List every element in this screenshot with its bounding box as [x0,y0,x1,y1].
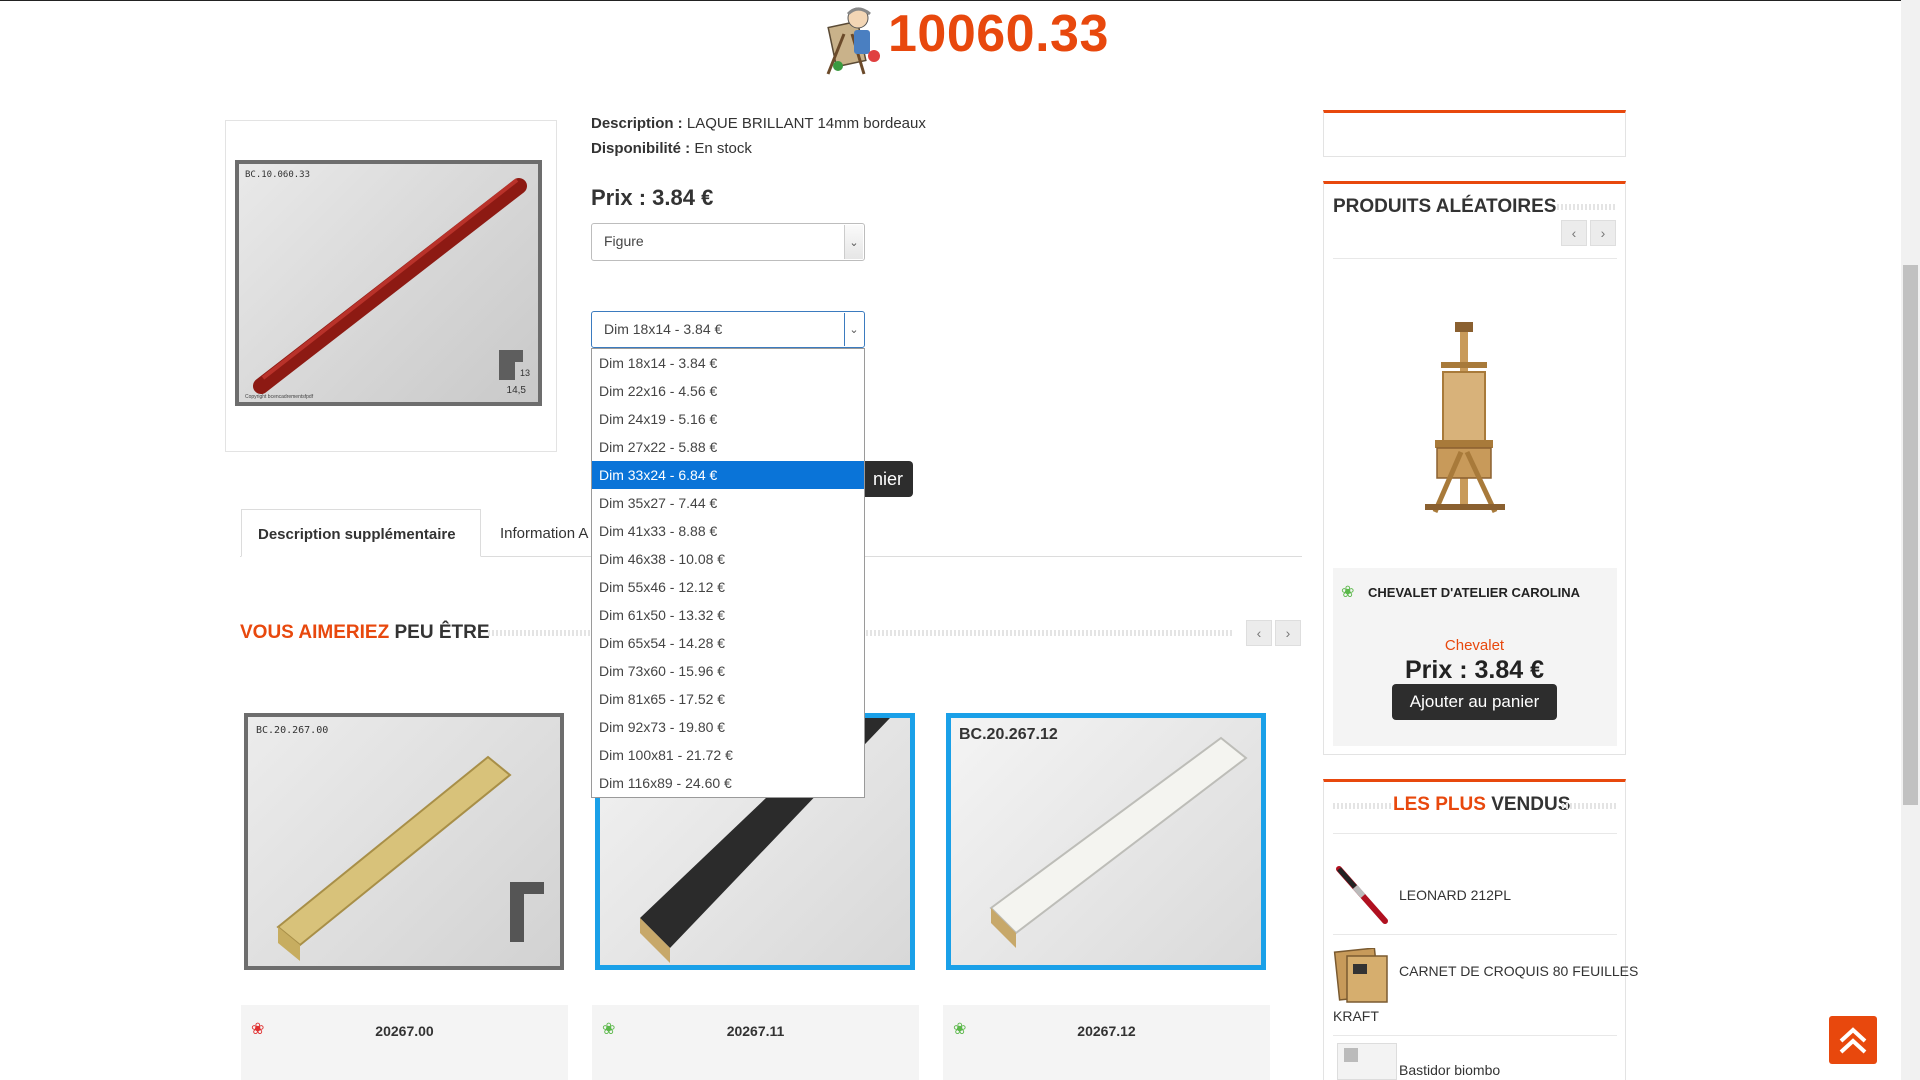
easel-product-image[interactable] [1405,322,1525,522]
figure-select-value: Figure [604,233,644,249]
brush-product-image[interactable] [1333,865,1393,925]
dimension-option[interactable]: Dim 35x27 - 7.44 € [592,489,864,517]
related-item-image[interactable]: BC.20.267.12 [946,713,1266,970]
title-dots-decoration [1562,803,1617,809]
leaf-icon: ❀ [1341,584,1355,601]
related-prev-button[interactable]: ‹ [1246,620,1272,646]
dimension-option[interactable]: Dim 55x46 - 12.12 € [592,573,864,601]
related-title-accent: VOUS AIMERIEZ [240,622,390,643]
tab-description-supplementaire[interactable]: Description supplémentaire [241,509,481,557]
best-title-rest: VENDUS [1491,794,1571,815]
related-item-image[interactable]: BC.20.267.00 [244,713,564,970]
site-logo[interactable] [818,4,886,78]
related-section-title: VOUS AIMERIEZ PEU ÊTRE [240,622,490,644]
dimension-option[interactable]: Dim 81x65 - 17.52 € [592,685,864,713]
photo-copyright: Copyright bcencadrementsfpdf [245,394,314,400]
related-item-card[interactable]: ❀ 20267.00 [241,1005,568,1080]
dimension-option[interactable]: Dim 61x50 - 13.32 € [592,601,864,629]
chevron-left-icon: ‹ [1571,225,1577,241]
related-item-name: 20267.00 [375,1023,434,1039]
title-dots-decoration [488,630,590,636]
related-item-name: 20267.11 [726,1023,785,1039]
back-to-top-button[interactable] [1829,1016,1877,1064]
random-prev-button[interactable]: ‹ [1561,220,1587,246]
dimension-option[interactable]: Dim 27x22 - 5.88 € [592,433,864,461]
dimension-option[interactable]: Dim 24x19 - 5.16 € [592,405,864,433]
best-seller-name[interactable]: Bastidor biombo [1399,1062,1500,1078]
add-to-cart-button[interactable]: Ajouter au panier [1392,684,1557,720]
random-next-button[interactable]: › [1590,220,1616,246]
sidebar-divider [1333,1035,1617,1036]
product-price: Prix : 3.84 € [591,185,714,210]
scrollbar-thumb[interactable] [1903,265,1918,805]
product-photo[interactable]: BC.10.060.33 13 14,5 Copyright bcencadre… [235,160,542,406]
profile-height-label: 13 [519,368,530,378]
dimension-select-value: Dim 18x14 - 3.84 € [604,321,723,337]
profile-width-label: 14,5 [506,385,526,396]
tab-information[interactable]: Information A [500,525,588,542]
add-to-cart-label: nier [872,469,903,489]
best-sellers-title: LES PLUS VENDUS [1393,794,1570,816]
dimension-option[interactable]: Dim 65x54 - 14.28 € [592,629,864,657]
product-reference-title: 10060.33 [888,5,1109,63]
sketchbook-product-image[interactable] [1333,947,1391,1004]
best-seller-name[interactable]: CARNET DE CROQUIS 80 FEUILLES [1399,963,1638,979]
sidebar-divider [1333,833,1617,834]
availability-line: Disponibilité : En stock [591,140,752,157]
top-rule [0,0,1920,1]
title-dots-decoration [866,630,1232,636]
chevron-left-icon: ‹ [1256,625,1262,641]
chevron-right-icon: › [1600,225,1606,241]
title-dots-decoration [1557,204,1617,210]
dimension-option[interactable]: Dim 100x81 - 21.72 € [592,741,864,769]
sidebar-divider [1333,258,1617,259]
chevron-right-icon: › [1285,625,1291,641]
random-products-title: PRODUITS ALÉATOIRES [1333,196,1557,217]
related-next-button[interactable]: › [1275,620,1301,646]
best-seller-name[interactable]: LEONARD 212PL [1399,887,1511,903]
availability-label: Disponibilité : [591,140,691,157]
title-dots-decoration [1333,803,1391,809]
description-value: LAQUE BRILLANT 14mm bordeaux [686,115,926,132]
dimension-option[interactable]: Dim 116x89 - 24.60 € [592,769,864,797]
availability-value: En stock [694,140,752,157]
related-item-card[interactable]: ❀ 20267.12 [943,1005,1270,1080]
dimension-dropdown-list[interactable]: Dim 18x14 - 3.84 € Dim 22x16 - 4.56 € Dim … [591,348,865,798]
sidebar-empty-box [1323,110,1626,157]
best-title-accent: LES PLUS [1393,794,1486,815]
chevron-down-icon[interactable]: ⌄ [844,313,863,346]
related-item-image-label: BC.20.267.12 [959,726,1058,743]
related-item-image-label: BC.20.267.00 [256,725,329,736]
dimension-option[interactable]: Dim 33x24 - 6.84 € [592,461,864,489]
random-product-name[interactable]: CHEVALET D'ATELIER CAROLINA [1368,585,1580,600]
tab-label: Description supplémentaire [258,526,456,543]
random-product-price: Prix : 3.84 € [1405,656,1544,684]
dimension-select[interactable]: Dim 18x14 - 3.84 € ⌄ [591,311,865,348]
dimension-option[interactable]: Dim 22x16 - 4.56 € [592,377,864,405]
chevron-down-icon[interactable]: ⌄ [844,225,863,259]
dimension-option[interactable]: Dim 41x33 - 8.88 € [592,517,864,545]
related-title-rest: PEU ÊTRE [394,622,490,643]
best-seller-name-line2[interactable]: KRAFT [1333,1008,1379,1024]
description-label: Description : [591,115,683,132]
dimension-option[interactable]: Dim 92x73 - 19.80 € [592,713,864,741]
related-item-name: 20267.12 [1077,1023,1136,1039]
double-chevron-up-icon [1839,1027,1867,1054]
bastidor-product-image[interactable] [1337,1043,1397,1080]
related-item-card[interactable]: ❀ 20267.11 [592,1005,919,1080]
description-line: Description : LAQUE BRILLANT 14mm bordea… [591,115,926,132]
dimension-option[interactable]: Dim 73x60 - 15.96 € [592,657,864,685]
random-product-category[interactable]: Chevalet [1323,637,1626,654]
sidebar-divider [1333,934,1617,935]
dimension-option[interactable]: Dim 46x38 - 10.08 € [592,545,864,573]
photo-code-label: BC.10.060.33 [245,170,311,180]
dimension-option[interactable]: Dim 18x14 - 3.84 € [592,349,864,377]
figure-select[interactable]: Figure ⌄ [591,223,865,261]
